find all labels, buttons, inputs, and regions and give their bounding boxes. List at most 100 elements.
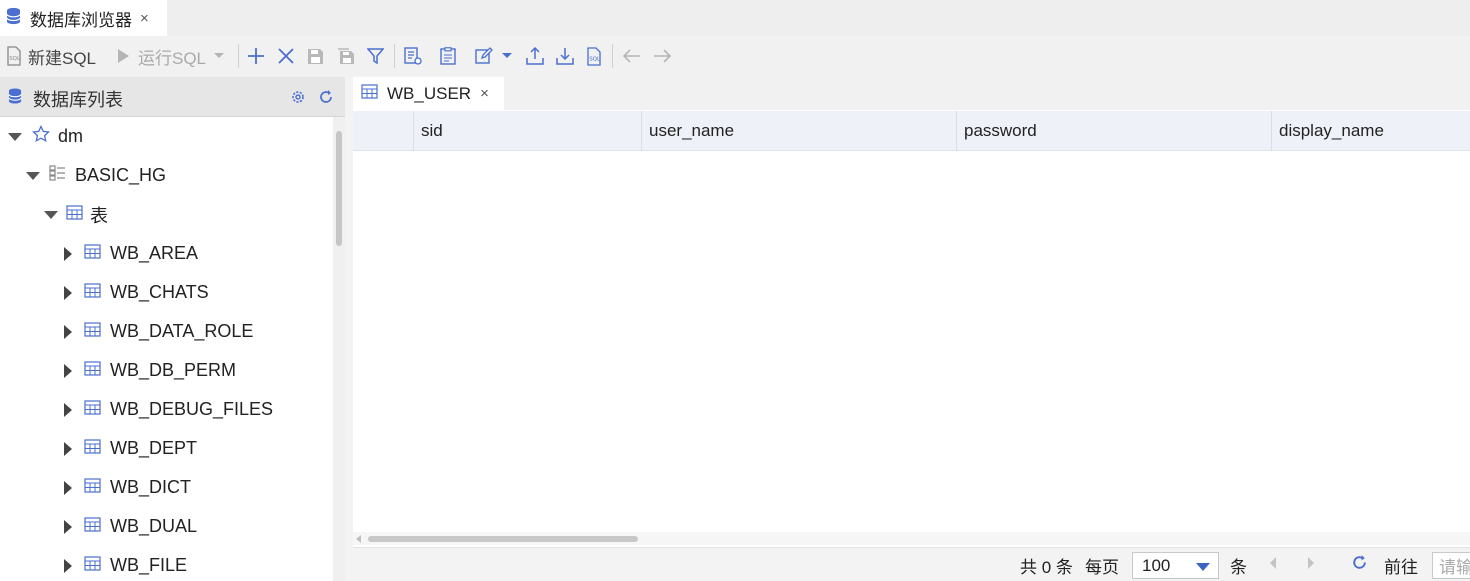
database-icon: [8, 87, 22, 110]
expand-icon[interactable]: [64, 324, 72, 339]
column-header[interactable]: password: [956, 111, 1271, 151]
expand-icon[interactable]: [64, 480, 72, 495]
run-sql-button[interactable]: 运行SQL: [117, 36, 225, 76]
goto-label: 前往: [1384, 557, 1418, 577]
chevron-right-icon: [1306, 555, 1316, 575]
tree-node-label: BASIC_HG: [75, 165, 167, 185]
add-button[interactable]: [247, 36, 265, 76]
column-header[interactable]: user_name: [641, 111, 956, 151]
per-page-label: 每页: [1085, 557, 1119, 577]
import-icon: [556, 47, 574, 65]
table-icon: [84, 360, 101, 381]
tree-node-label: 表: [90, 205, 108, 226]
expand-icon[interactable]: [64, 246, 72, 261]
tree-node-label: WB_DEBUG_FILES: [110, 399, 274, 419]
grid-header: sid user_name password display_name: [353, 111, 1470, 151]
star-icon: [32, 124, 50, 148]
goto-page-input[interactable]: 请输: [1432, 552, 1470, 579]
tree-node-table[interactable]: WB_AREA: [64, 234, 198, 273]
tree-node-table[interactable]: WB_FILE: [64, 546, 187, 581]
play-icon: [117, 48, 130, 64]
tree-node-label: WB_DB_PERM: [110, 360, 237, 380]
refresh-icon[interactable]: [318, 89, 334, 110]
tree-node-label: WB_AREA: [110, 243, 199, 263]
close-icon[interactable]: ×: [140, 10, 149, 27]
chevron-down-icon[interactable]: [213, 52, 225, 60]
table-icon: [84, 516, 101, 537]
new-sql-button[interactable]: SQL 新建SQL: [6, 36, 96, 76]
scrollbar-thumb[interactable]: [368, 536, 638, 542]
expand-icon[interactable]: [64, 558, 72, 573]
forward-button[interactable]: [653, 36, 671, 76]
tree-node-table[interactable]: WB_DEBUG_FILES: [64, 390, 273, 429]
expand-icon[interactable]: [64, 402, 72, 417]
database-icon: [6, 7, 21, 30]
tree-node-label: WB_DEPT: [110, 438, 198, 458]
tree-node-table[interactable]: WB_DUAL: [64, 507, 197, 546]
run-sql-label: 运行SQL: [138, 48, 207, 68]
edit-button[interactable]: [475, 36, 513, 76]
window-tab[interactable]: 数据库浏览器 ×: [0, 0, 167, 36]
sql-export-button[interactable]: SQL: [586, 36, 602, 76]
collapse-icon[interactable]: [8, 132, 22, 141]
refresh-icon: [1351, 554, 1368, 576]
collapse-icon[interactable]: [26, 171, 40, 180]
tree-node-label: WB_DICT: [110, 477, 191, 497]
tree-scrollbar[interactable]: [333, 117, 345, 581]
back-button[interactable]: [623, 36, 641, 76]
toolbar-divider: [612, 44, 613, 68]
delete-button[interactable]: [277, 36, 295, 76]
expand-icon[interactable]: [64, 519, 72, 534]
tree-node-label: WB_FILE: [110, 555, 188, 575]
clipboard-button[interactable]: [440, 36, 456, 76]
tree-node-tables-folder[interactable]: 表: [44, 195, 108, 234]
page-size-value: 100: [1142, 555, 1171, 575]
import-button[interactable]: [556, 36, 574, 76]
scrollbar-thumb[interactable]: [336, 131, 342, 246]
tree-node-schema[interactable]: BASIC_HG: [26, 156, 166, 195]
settings-icon[interactable]: [290, 89, 306, 110]
total-count: 共 0 条: [1020, 557, 1073, 577]
prev-page-button[interactable]: [1268, 548, 1278, 581]
tab-wb-user[interactable]: WB_USER ×: [353, 77, 504, 110]
export-button[interactable]: [526, 36, 544, 76]
back-icon: [623, 49, 641, 63]
table-icon: [84, 282, 101, 303]
sql-file-icon: SQL: [6, 46, 22, 66]
next-page-button[interactable]: [1306, 548, 1316, 581]
tree-node-table[interactable]: WB_DICT: [64, 468, 191, 507]
close-icon[interactable]: ×: [480, 85, 489, 102]
expand-icon[interactable]: [64, 441, 72, 456]
window-tab-title: 数据库浏览器: [30, 10, 132, 30]
scroll-left-icon[interactable]: [355, 535, 363, 543]
tree-node-table[interactable]: WB_DATA_ROLE: [64, 312, 253, 351]
new-sql-label: 新建SQL: [28, 48, 97, 68]
filter-button[interactable]: [367, 36, 384, 76]
tree-node-dm[interactable]: dm: [8, 117, 83, 156]
chevron-down-icon[interactable]: [501, 52, 513, 60]
add-icon: [247, 47, 265, 65]
grid-horizontal-scrollbar[interactable]: [353, 532, 1470, 545]
column-header[interactable]: display_name: [1271, 111, 1470, 151]
column-header[interactable]: sid: [413, 111, 641, 151]
table-icon: [361, 83, 378, 104]
toolbar-divider: [394, 44, 395, 68]
tab-label: WB_USER: [387, 83, 472, 103]
save-button[interactable]: [307, 36, 324, 76]
expand-icon[interactable]: [64, 363, 72, 378]
tree-node-table[interactable]: WB_CHATS: [64, 273, 209, 312]
goto-placeholder: 请输: [1439, 558, 1470, 577]
tree-node-table[interactable]: WB_DEPT: [64, 429, 197, 468]
page-size-select[interactable]: 100: [1132, 552, 1219, 579]
window-tab-bar: 数据库浏览器 ×: [0, 0, 1470, 36]
editor-tab-strip: WB_USER ×: [353, 77, 1470, 110]
collapse-icon[interactable]: [44, 210, 58, 219]
refresh-button[interactable]: [1351, 548, 1368, 581]
export-icon: [526, 47, 544, 65]
table-edit-button[interactable]: [404, 36, 422, 76]
save-all-button[interactable]: [337, 36, 355, 76]
expand-icon[interactable]: [64, 285, 72, 300]
table-icon: [84, 321, 101, 342]
tree-node-table[interactable]: WB_DB_PERM: [64, 351, 236, 390]
tree-node-label: dm: [58, 126, 84, 146]
